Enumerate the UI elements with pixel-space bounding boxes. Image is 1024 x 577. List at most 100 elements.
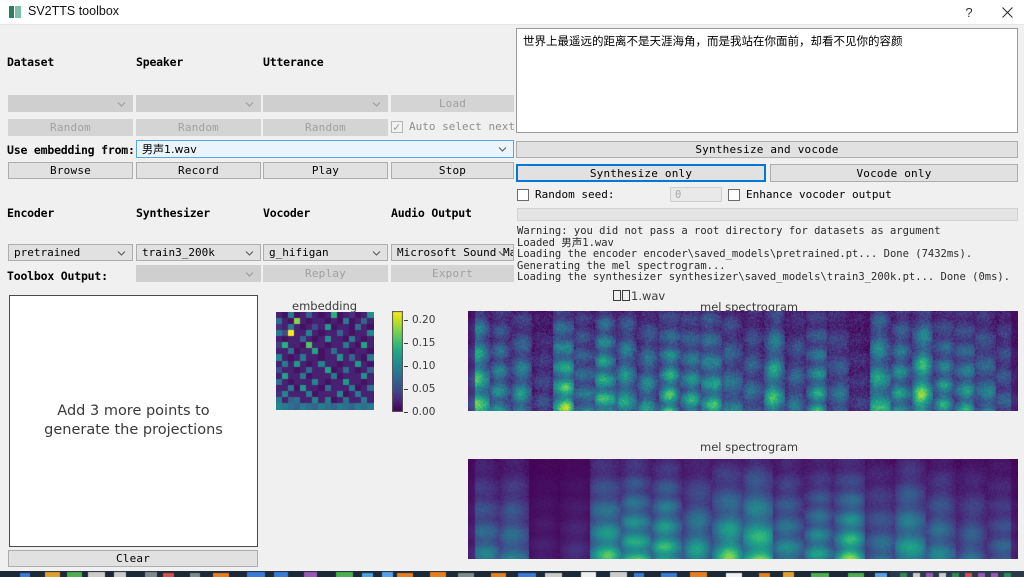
enhance-vocoder-checkbox[interactable]: Enhance vocoder output xyxy=(728,188,892,201)
text-input-value: 世界上最遥远的距离不是天涯海角，而是我站在你面前，却看不见你的容颜 xyxy=(523,34,903,49)
stop-button-label: Stop xyxy=(439,164,466,177)
help-button[interactable]: ? xyxy=(952,0,986,24)
colorbar-tick-labels: 0.00 0.05 0.10 0.15 0.20 xyxy=(404,305,448,420)
chevron-down-icon xyxy=(372,248,381,257)
synthesizer-combo[interactable]: train3_200k xyxy=(136,244,261,261)
taskbar-icons xyxy=(0,571,1024,577)
embedding-title: embedding xyxy=(292,299,357,313)
toolbox-output-label: Toolbox Output: xyxy=(7,269,108,283)
random-seed-label: Random seed: xyxy=(535,188,614,201)
export-button-label: Export xyxy=(432,267,473,280)
tofu-glyph-icon xyxy=(622,290,630,301)
close-button[interactable] xyxy=(990,0,1024,24)
colorbar-tick-mark xyxy=(404,366,408,367)
projections-plot[interactable]: Add 3 more points to generate the projec… xyxy=(9,295,258,547)
colorbar-tick: 0.05 xyxy=(412,383,435,395)
use-embedding-combo[interactable]: 男声1.wav xyxy=(136,140,514,158)
chevron-down-icon xyxy=(117,99,126,108)
export-button[interactable]: Export xyxy=(391,265,514,282)
synthesize-only-button[interactable]: Synthesize only xyxy=(516,164,766,182)
random-dataset-button[interactable]: Random xyxy=(8,119,133,136)
stop-button[interactable]: Stop xyxy=(391,162,514,179)
encoder-header: Encoder xyxy=(7,206,54,220)
colorbar-tick-mark xyxy=(404,343,408,344)
clear-button-label: Clear xyxy=(116,552,150,565)
vocode-only-button[interactable]: Vocode only xyxy=(770,164,1018,182)
speaker-combo[interactable] xyxy=(136,95,261,112)
random-seed-checkbox[interactable]: Random seed: xyxy=(517,188,614,201)
play-button-label: Play xyxy=(312,164,339,177)
taskbar[interactable] xyxy=(0,571,1024,577)
window-title: SV2TTS toolbox xyxy=(28,4,119,18)
projections-message-line1: Add 3 more points to xyxy=(10,402,257,421)
load-button[interactable]: Load xyxy=(391,95,514,112)
utterance-combo[interactable] xyxy=(263,95,388,112)
embedding-colorbar xyxy=(392,311,403,412)
title-bar: SV2TTS toolbox ? xyxy=(0,0,1024,25)
console-log: Warning: you did not pass a root directo… xyxy=(517,226,1019,288)
colorbar-tick-mark xyxy=(404,320,408,321)
tofu-glyph-icon xyxy=(613,290,621,301)
colorbar-tick-mark xyxy=(404,412,408,413)
random-dataset-label: Random xyxy=(50,121,91,134)
projections-message: Add 3 more points to generate the projec… xyxy=(10,402,257,440)
play-button[interactable]: Play xyxy=(263,162,388,179)
load-button-label: Load xyxy=(439,97,466,110)
random-speaker-button[interactable]: Random xyxy=(136,119,261,136)
toolbox-output-combo[interactable] xyxy=(136,265,261,282)
random-seed-placeholder: 0 xyxy=(675,189,681,201)
utterance-header: Utterance xyxy=(263,55,324,69)
use-embedding-value: 男声1.wav xyxy=(142,141,197,157)
colorbar-tick: 0.00 xyxy=(412,406,435,418)
chevron-down-icon xyxy=(245,269,254,278)
random-seed-input[interactable]: 0 xyxy=(670,187,722,202)
audio-output-combo[interactable]: Microsoft Sound Mapp xyxy=(391,244,514,261)
checkbox-box xyxy=(728,189,740,201)
auto-select-next-checkbox[interactable]: ✓ Auto select next xyxy=(391,120,515,133)
vocoder-header: Vocoder xyxy=(263,206,310,220)
browse-button[interactable]: Browse xyxy=(8,162,133,179)
synthesizer-combo-value: train3_200k xyxy=(142,246,215,259)
utterance-title: 1.wav xyxy=(613,289,665,303)
colorbar-tick-mark xyxy=(404,389,408,390)
synthesizer-header: Synthesizer xyxy=(136,206,210,220)
encoder-combo[interactable]: pretrained xyxy=(8,244,133,261)
audio-output-header: Audio Output xyxy=(391,206,472,220)
text-input[interactable]: 世界上最遥远的距离不是天涯海角，而是我站在你面前，却看不见你的容颜 xyxy=(516,28,1018,133)
browse-button-label: Browse xyxy=(50,164,91,177)
synthesize-and-vocode-button[interactable]: Synthesize and vocode xyxy=(516,141,1018,158)
dataset-header: Dataset xyxy=(7,55,54,69)
encoder-combo-value: pretrained xyxy=(14,246,80,259)
mel-spectrogram-generated xyxy=(468,459,1018,559)
projections-message-line2: generate the projections xyxy=(10,421,257,440)
record-button[interactable]: Record xyxy=(136,162,261,179)
checkbox-box: ✓ xyxy=(391,121,403,133)
dataset-combo[interactable] xyxy=(8,95,133,112)
colorbar-tick: 0.10 xyxy=(412,360,435,372)
help-icon: ? xyxy=(965,5,972,20)
chevron-down-icon xyxy=(245,99,254,108)
vocoder-combo[interactable]: g_hifigan xyxy=(263,244,388,261)
chevron-down-icon xyxy=(498,248,507,257)
vocoder-combo-value: g_hifigan xyxy=(269,246,329,259)
progress-bar xyxy=(517,208,1018,221)
chevron-down-icon xyxy=(245,248,254,257)
audio-output-combo-value: Microsoft Sound Mapp xyxy=(397,246,514,259)
replay-button[interactable]: Replay xyxy=(263,265,388,282)
colorbar-tick: 0.20 xyxy=(412,314,435,326)
speaker-header: Speaker xyxy=(136,55,183,69)
checkbox-box xyxy=(517,189,529,201)
synthesize-only-label: Synthesize only xyxy=(590,167,692,180)
record-button-label: Record xyxy=(178,164,219,177)
chevron-down-icon xyxy=(372,99,381,108)
chevron-down-icon xyxy=(498,145,507,154)
app-icon xyxy=(9,6,21,18)
random-speaker-label: Random xyxy=(178,121,219,134)
random-utterance-label: Random xyxy=(305,121,346,134)
use-embedding-label: Use embedding from: xyxy=(7,143,135,157)
clear-button[interactable]: Clear xyxy=(8,550,258,567)
chevron-down-icon xyxy=(117,248,126,257)
random-utterance-button[interactable]: Random xyxy=(263,119,388,136)
enhance-vocoder-label: Enhance vocoder output xyxy=(746,188,892,201)
colorbar-tick: 0.15 xyxy=(412,337,435,349)
